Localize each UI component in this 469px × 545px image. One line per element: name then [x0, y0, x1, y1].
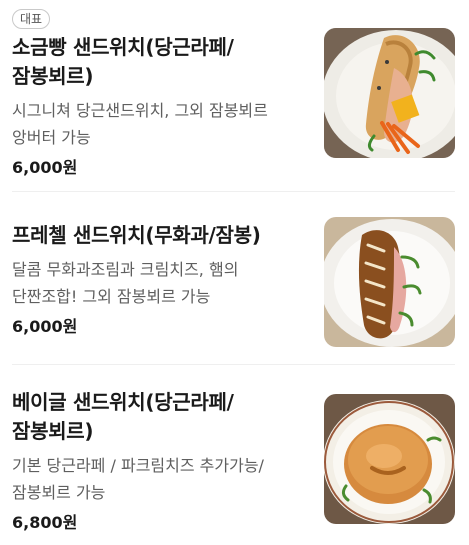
salt-bread-sandwich-photo[interactable] [324, 28, 455, 158]
menu-item-name: 프레첼 샌드위치(무화과/잠봉) [12, 223, 261, 247]
menu-item-price: 6,800원 [12, 513, 78, 532]
bagel-sandwich-photo[interactable] [324, 394, 455, 524]
menu-item-name: 베이글 샌드위치(당근라페/잠봉뵈르) [12, 390, 234, 443]
divider [12, 191, 455, 192]
menu-item-price: 6,000원 [12, 158, 78, 177]
menu-item-description: 시그니쳐 당근샌드위치, 그외 잠봉뵈르 앙버터 가능 [12, 101, 268, 147]
menu-item-price: 6,000원 [12, 317, 78, 336]
menu-item-text: 프레첼 샌드위치(무화과/잠봉) 달콤 무화과조림과 크림치즈, 햄의 단짠조합… [12, 221, 304, 338]
menu-item-text: 대표 소금빵 샌드위치(당근라페/ 잠봉뵈르) 시그니쳐 당근샌드위치, 그외 … [12, 8, 304, 179]
menu-item-pretzel-sandwich[interactable]: 프레첼 샌드위치(무화과/잠봉) 달콤 무화과조림과 크림치즈, 햄의 단짠조합… [0, 198, 469, 358]
signature-badge: 대표 [12, 9, 51, 29]
menu-item-description: 달콤 무화과조림과 크림치즈, 햄의 단짠조합! 그외 잠봉뵈르 가능 [12, 260, 239, 306]
menu-item-text: 베이글 샌드위치(당근라페/잠봉뵈르) 기본 당근라페 / 파크림치즈 추가가능… [12, 388, 304, 534]
pretzel-sandwich-photo[interactable] [324, 217, 455, 347]
menu-list: 대표 소금빵 샌드위치(당근라페/ 잠봉뵈르) 시그니쳐 당근샌드위치, 그외 … [0, 0, 469, 545]
menu-item-description: 기본 당근라페 / 파크림치즈 추가가능/ 잠봉뵈르 가능 [12, 456, 264, 502]
menu-item-name: 소금빵 샌드위치(당근라페/ 잠봉뵈르) [12, 35, 234, 88]
menu-item-bagel-sandwich[interactable]: 베이글 샌드위치(당근라페/잠봉뵈르) 기본 당근라페 / 파크림치즈 추가가능… [0, 370, 469, 545]
menu-item-salt-bread-sandwich[interactable]: 대표 소금빵 샌드위치(당근라페/ 잠봉뵈르) 시그니쳐 당근샌드위치, 그외 … [0, 0, 469, 185]
divider [12, 364, 455, 365]
